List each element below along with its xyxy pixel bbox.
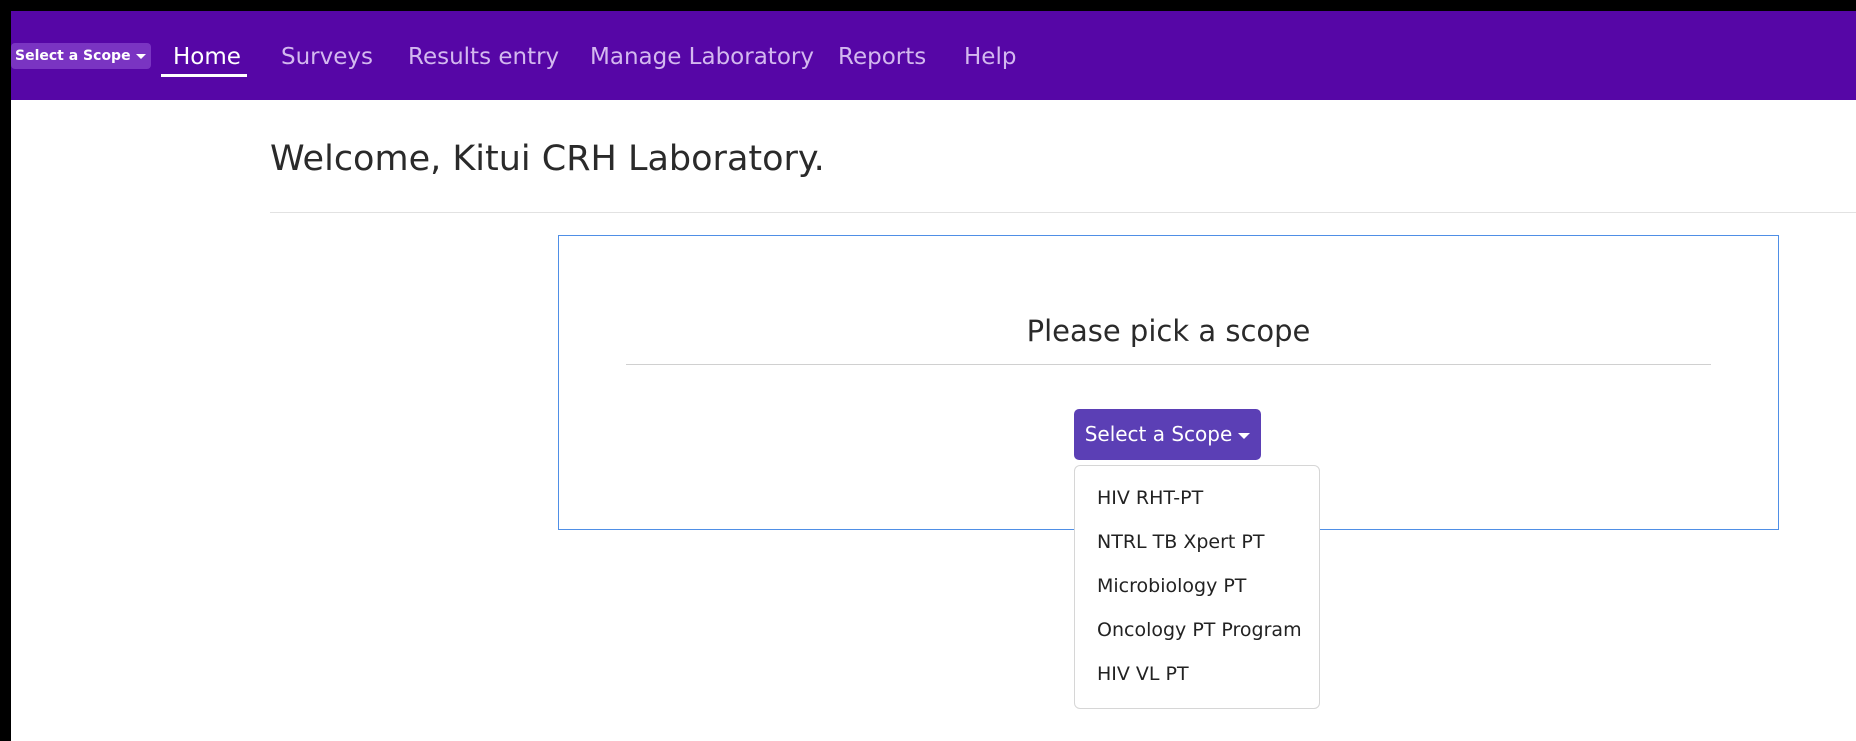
nav-reports[interactable]: Reports (838, 41, 926, 73)
navbar-scope-label: Select a Scope (15, 48, 131, 64)
select-scope-button[interactable]: Select a Scope (1074, 409, 1261, 460)
caret-down-icon (1238, 432, 1251, 439)
page-title: Welcome, Kitui CRH Laboratory. (270, 139, 825, 179)
select-scope-label: Select a Scope (1084, 422, 1233, 446)
caret-down-icon (135, 53, 146, 59)
scope-option-hiv-vl-pt[interactable]: HIV VL PT (1075, 652, 1319, 696)
card-divider (626, 364, 1711, 365)
scope-option-microbiology-pt[interactable]: Microbiology PT (1075, 564, 1319, 608)
app-window: Select a Scope Home Surveys Results entr… (0, 0, 1856, 741)
scope-dropdown-menu: HIV RHT-PT NTRL TB Xpert PT Microbiology… (1074, 465, 1320, 709)
scope-option-hiv-rht-pt[interactable]: HIV RHT-PT (1075, 476, 1319, 520)
title-divider (270, 212, 1856, 213)
nav-active-indicator (161, 74, 247, 77)
scope-option-ntrl-tb-xpert-pt[interactable]: NTRL TB Xpert PT (1075, 520, 1319, 564)
top-navbar: Select a Scope Home Surveys Results entr… (11, 11, 1856, 100)
scope-card-title: Please pick a scope (1026, 314, 1311, 348)
nav-surveys[interactable]: Surveys (281, 41, 373, 73)
navbar-scope-dropdown[interactable]: Select a Scope (11, 43, 151, 69)
nav-help[interactable]: Help (964, 41, 1016, 73)
nav-home[interactable]: Home (173, 41, 241, 73)
nav-results-entry[interactable]: Results entry (408, 41, 559, 73)
scope-option-oncology-pt-program[interactable]: Oncology PT Program (1075, 608, 1319, 652)
nav-manage-laboratory[interactable]: Manage Laboratory (590, 41, 814, 73)
